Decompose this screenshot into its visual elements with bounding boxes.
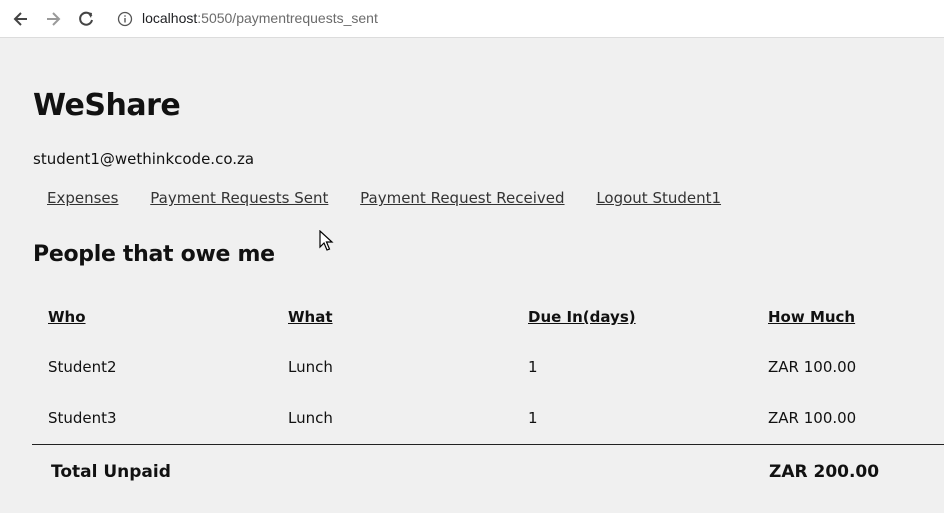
cell-who: Student3 [48,408,117,427]
main-nav: Expenses Payment Requests Sent Payment R… [47,189,748,207]
url-path: :5050/paymentrequests_sent [197,10,378,26]
cell-amount: ZAR 100.00 [768,357,857,376]
table-row: Student2 Lunch 1 ZAR 100.00 [32,341,944,392]
url-text[interactable]: localhost:5050/paymentrequests_sent [142,10,378,26]
url-host: localhost [142,10,198,26]
address-bar[interactable]: localhost:5050/paymentrequests_sent [108,4,944,34]
column-header-due[interactable]: Due In(days) [512,293,752,341]
column-header-who[interactable]: Who [32,293,272,341]
section-title: People that owe me [33,242,275,267]
table-header-row: Who What Due In(days) How Much [32,293,944,341]
cell-what: Lunch [288,408,333,427]
cell-due: 1 [528,357,538,376]
browser-toolbar: localhost:5050/paymentrequests_sent [0,0,944,38]
cell-due: 1 [528,408,538,427]
nav-link-payment-request-received[interactable]: Payment Request Received [360,189,564,207]
table-row: Student3 Lunch 1 ZAR 100.00 [32,392,944,443]
cell-amount: ZAR 100.00 [768,408,857,427]
forward-arrow-icon[interactable] [43,9,63,29]
cell-what: Lunch [288,357,333,376]
nav-link-expenses[interactable]: Expenses [47,189,118,207]
total-row: Total Unpaid ZAR 200.00 [32,444,944,495]
column-header-amount[interactable]: How Much [752,293,944,341]
total-value: ZAR 200.00 [769,462,880,482]
app-title: WeShare [33,88,181,123]
user-email: student1@wethinkcode.co.za [33,150,255,168]
back-arrow-icon[interactable] [11,9,31,29]
mouse-cursor-icon [319,230,334,251]
total-label: Total Unpaid [51,462,171,482]
nav-link-payment-requests-sent[interactable]: Payment Requests Sent [150,189,328,207]
nav-link-logout[interactable]: Logout Student1 [596,189,721,207]
cell-who: Student2 [48,357,117,376]
page-content: WeShare student1@wethinkcode.co.za Expen… [0,39,944,513]
reload-icon[interactable] [76,9,96,29]
info-icon[interactable] [117,11,133,27]
column-header-what[interactable]: What [272,293,512,341]
payment-requests-table: Who What Due In(days) How Much Student2 … [32,293,944,443]
